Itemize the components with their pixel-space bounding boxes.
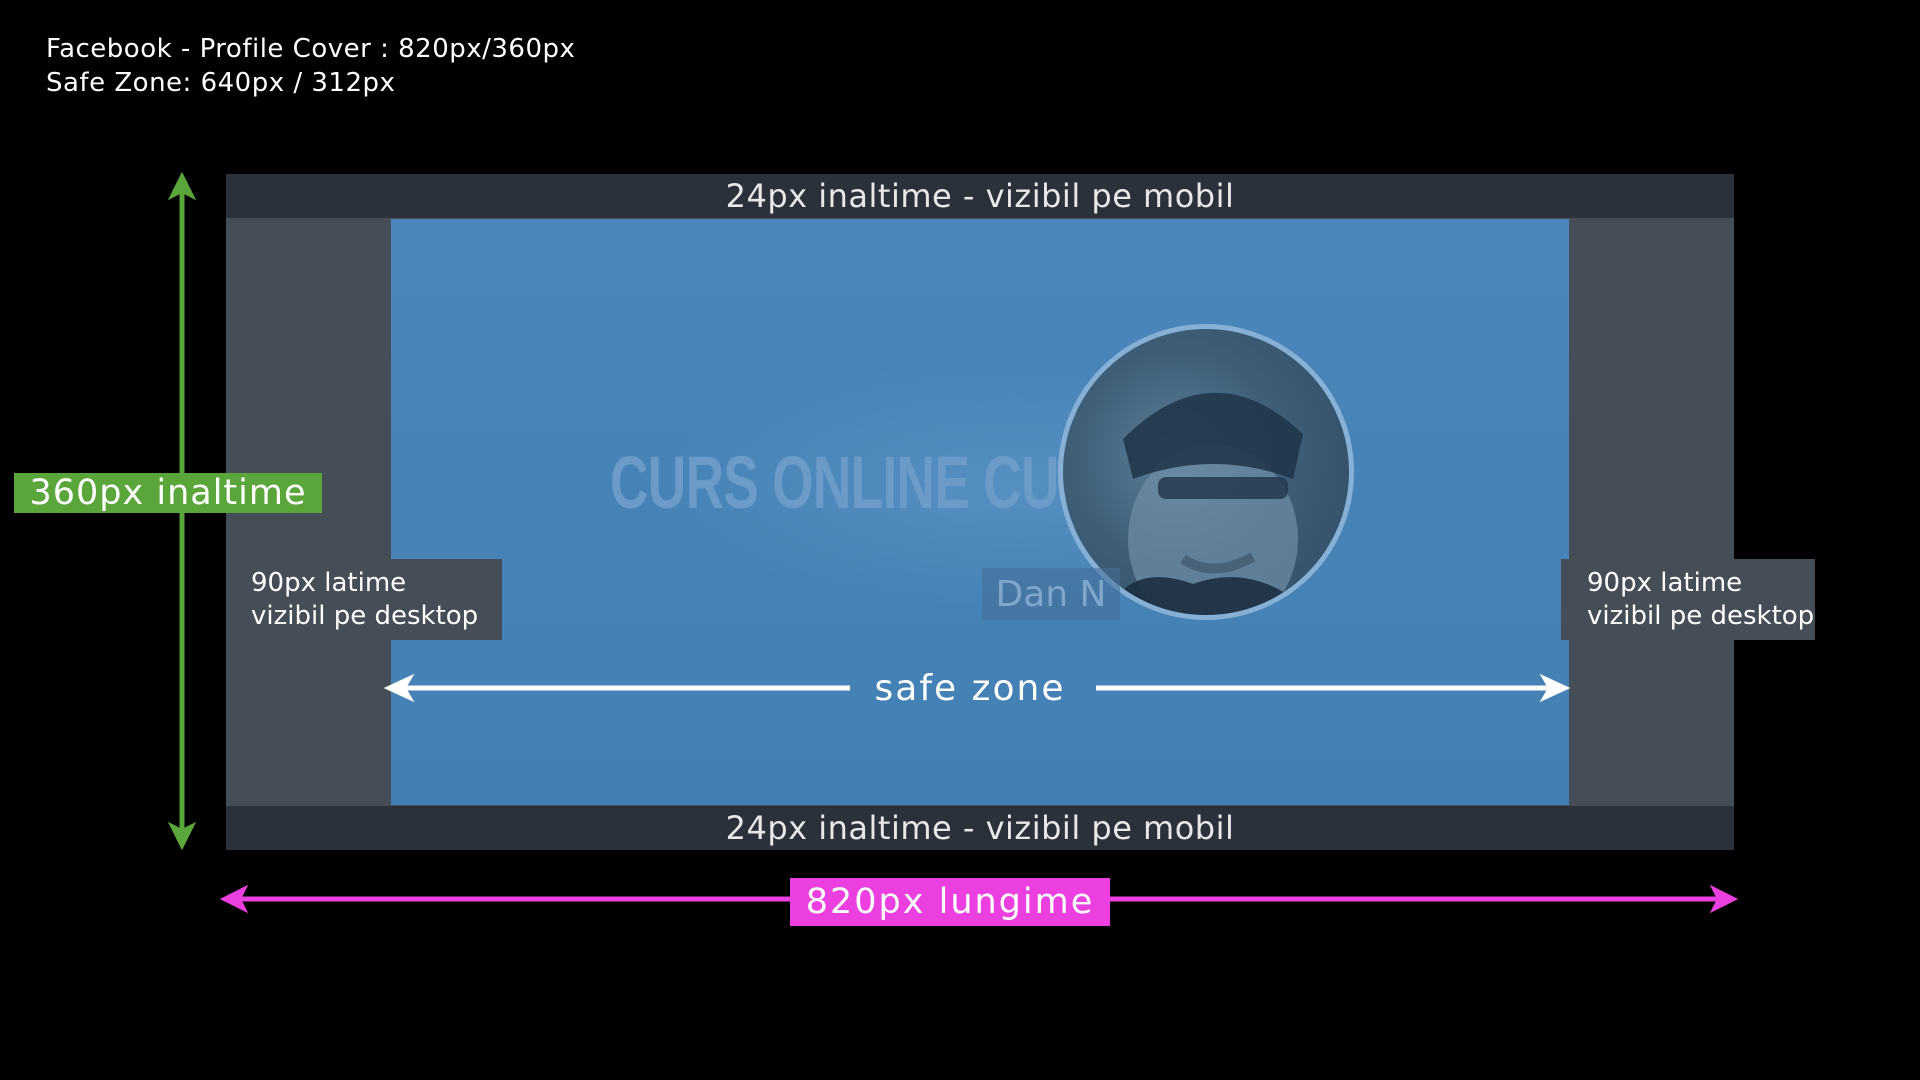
width-label: 820px lungime [790, 878, 1110, 926]
height-label: 360px inaltime [14, 473, 322, 513]
cover-size-diagram: Facebook - Profile Cover : 820px/360px S… [0, 0, 1920, 1080]
safe-zone-label: safe zone [874, 668, 1066, 709]
